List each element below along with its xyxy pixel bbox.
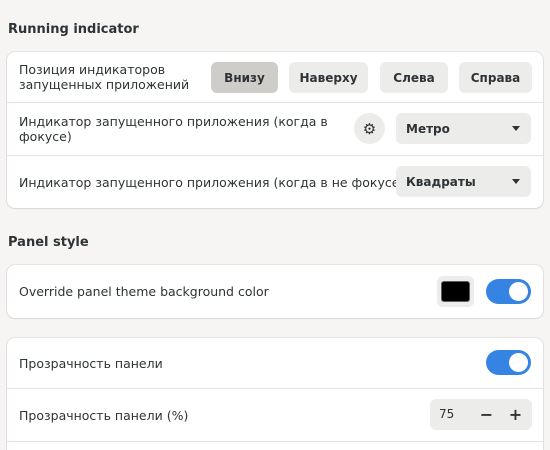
- transparency-card: Прозрачность панели Прозрачность панели …: [7, 338, 543, 450]
- unfocused-indicator-dropdown[interactable]: Квадраты: [396, 166, 531, 197]
- color-swatch: [441, 281, 470, 302]
- position-left-button[interactable]: Слева: [380, 62, 448, 93]
- override-color-label: Override panel theme background color: [19, 284, 269, 299]
- position-right-button[interactable]: Справа: [459, 62, 532, 93]
- next-row: [7, 441, 543, 450]
- toggle-knob: [509, 353, 528, 372]
- transparency-label: Прозрачность панели: [19, 355, 163, 371]
- toggle-knob: [509, 282, 528, 301]
- chevron-down-icon: [512, 179, 520, 184]
- panel-style-heading: Panel style: [8, 235, 89, 250]
- focused-indicator-dropdown[interactable]: Метро: [396, 113, 531, 144]
- override-color-toggle[interactable]: [486, 279, 531, 304]
- increment-button[interactable]: +: [503, 401, 528, 428]
- transparency-toggle[interactable]: [486, 350, 531, 375]
- transparency-percent-label: Прозрачность панели (%): [19, 407, 189, 423]
- focused-indicator-label: Индикатор запущенного приложения (когда …: [19, 114, 328, 144]
- position-top-button[interactable]: Наверху: [289, 62, 368, 93]
- transparency-row: Прозрачность панели: [7, 338, 543, 388]
- transparency-value[interactable]: 75: [439, 407, 454, 421]
- unfocused-indicator-label: Индикатор запущенного приложения (когда …: [19, 174, 405, 190]
- chevron-down-icon: [512, 126, 520, 131]
- position-bottom-button[interactable]: Внизу: [211, 62, 278, 93]
- decrement-button[interactable]: −: [474, 401, 499, 428]
- running-indicator-card: Позиция индикаторов запущенных приложени…: [7, 52, 543, 208]
- gear-icon[interactable]: ⚙: [354, 113, 385, 144]
- running-indicator-heading: Running indicator: [8, 22, 139, 37]
- color-picker-button[interactable]: [437, 276, 474, 307]
- indicator-position-label: Позиция индикаторов запущенных приложени…: [19, 62, 190, 92]
- override-color-card: Override panel theme background color: [7, 265, 543, 318]
